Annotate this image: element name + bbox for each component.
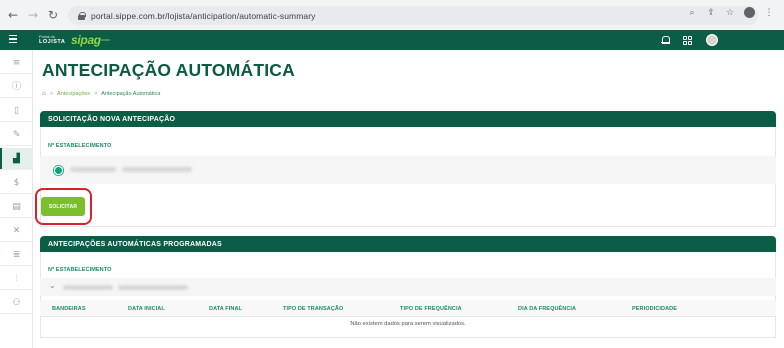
col-periodicidade[interactable]: PERIODICIDADE <box>632 306 677 312</box>
people-icon: ⚇ <box>12 297 21 308</box>
establishment-name-redacted <box>122 167 192 172</box>
avatar[interactable] <box>706 34 718 46</box>
portal-label-bottom: LOJISTA <box>39 39 66 45</box>
info-icon: ⓘ <box>11 81 21 92</box>
scheduled-establishment-label: Nº ESTABELECIMENTO <box>48 267 112 273</box>
solicitar-button[interactable]: SOLICITAR <box>41 197 85 216</box>
new-request-header: SOLICITAÇÃO NOVA ANTECIPAÇÃO <box>40 111 776 127</box>
col-data-inicial[interactable]: DATA INICIAL <box>128 306 165 312</box>
dollar-icon: $ <box>13 177 20 188</box>
browser-actions: ⌕ ⇪ ☆ ⋮ <box>687 7 774 18</box>
establishment-number-redacted <box>70 167 116 172</box>
col-tipo-frequencia[interactable]: TIPO DE FREQUÊNCIA <box>400 306 462 312</box>
portal-label: Portal do LOJISTA <box>39 35 66 46</box>
sidebar-item[interactable]: ▯ <box>0 100 33 122</box>
breadcrumb-separator: > <box>94 90 98 97</box>
sipag-logo: sipag <box>71 33 101 47</box>
col-data-final[interactable]: DATA FINAL <box>209 306 242 312</box>
sidebar-item[interactable]: ⚇ <box>0 292 33 314</box>
scheduled-header: ANTECIPAÇÕES AUTOMÁTICAS PROGRAMADAS <box>40 236 776 252</box>
sidebar-item[interactable]: ▤ <box>0 196 33 218</box>
chart-icon: ▟ <box>13 153 20 164</box>
chevron-down-icon[interactable]: ⌄ <box>49 282 56 290</box>
scheduled-establishment-number-redacted <box>63 285 113 290</box>
logo-accent <box>100 39 110 41</box>
browser-toolbar: ← → ↻ portal.sippe.com.br/lojista/antici… <box>0 0 784 30</box>
breadcrumb-item-current: Antecipação Automática <box>101 90 161 97</box>
bookmark-icon[interactable]: ☆ <box>725 8 735 18</box>
establishment-radio[interactable] <box>55 167 62 174</box>
calendar-icon: ▤ <box>12 201 21 212</box>
stack-icon: ≣ <box>12 249 21 260</box>
sidebar-item[interactable]: ▟ <box>0 148 33 170</box>
profile-icon[interactable] <box>744 7 755 18</box>
breadcrumb: ⌂ > Antecipações > Antecipação Automátic… <box>42 90 160 97</box>
breadcrumb-separator: > <box>49 90 54 97</box>
sidebar-item[interactable]: ⫶ <box>0 268 33 290</box>
pos-icon: ⫶ <box>15 273 18 284</box>
sidebar-item[interactable]: ✕ <box>0 220 33 242</box>
scheduled-establishment-name-redacted <box>118 285 188 290</box>
zoom-icon[interactable]: ⌕ <box>687 8 697 18</box>
col-tipo-transacao[interactable]: TIPO DE TRANSAÇÃO <box>283 306 343 312</box>
app-root: ← → ↻ portal.sippe.com.br/lojista/antici… <box>0 0 784 348</box>
document-icon: ▯ <box>14 105 19 116</box>
sidebar-item[interactable]: $ <box>0 172 33 194</box>
list-icon: ≡ <box>12 57 21 68</box>
sidebar-item[interactable]: ≣ <box>0 244 33 266</box>
address-bar[interactable]: portal.sippe.com.br/lojista/anticipation… <box>68 6 758 25</box>
wrench-icon: ✕ <box>12 225 21 236</box>
sidebar-item[interactable]: ⓘ <box>0 76 33 98</box>
hamburger-icon[interactable] <box>9 35 17 44</box>
page-title: ANTECIPAÇÃO AUTOMÁTICA <box>42 60 295 80</box>
empty-table-message: Não existem dados para serem visualizado… <box>350 321 466 327</box>
app-header: Portal do LOJISTA sipag <box>0 30 784 50</box>
apps-grid-icon[interactable] <box>683 35 692 45</box>
breadcrumb-item-antecipacoes[interactable]: Antecipações <box>57 91 90 97</box>
col-bandeiras[interactable]: BANDEIRAS <box>52 306 86 312</box>
sidebar: ≡ ⓘ ▯ ✎ ▟ $ ▤ ✕ ≣ ⫶ ⚇ <box>0 50 33 348</box>
menu-icon[interactable]: ⋮ <box>764 8 774 18</box>
reload-icon[interactable]: ↻ <box>46 8 60 22</box>
forward-icon[interactable]: → <box>26 8 40 22</box>
col-dia-frequencia[interactable]: DIA DA FREQUÊNCIA <box>518 306 576 312</box>
share-icon[interactable]: ⇪ <box>706 8 716 18</box>
establishment-label: Nº ESTABELECIMENTO <box>48 143 112 149</box>
sidebar-item[interactable]: ✎ <box>0 124 33 146</box>
sidebar-item[interactable]: ≡ <box>0 52 33 74</box>
back-icon[interactable]: ← <box>6 8 20 22</box>
tools-icon: ✎ <box>12 129 21 140</box>
bell-icon[interactable] <box>661 35 670 45</box>
header-actions <box>661 34 718 46</box>
url-text: portal.sippe.com.br/lojista/anticipation… <box>91 10 316 21</box>
lock-icon <box>78 11 86 20</box>
home-icon[interactable]: ⌂ <box>42 90 46 97</box>
